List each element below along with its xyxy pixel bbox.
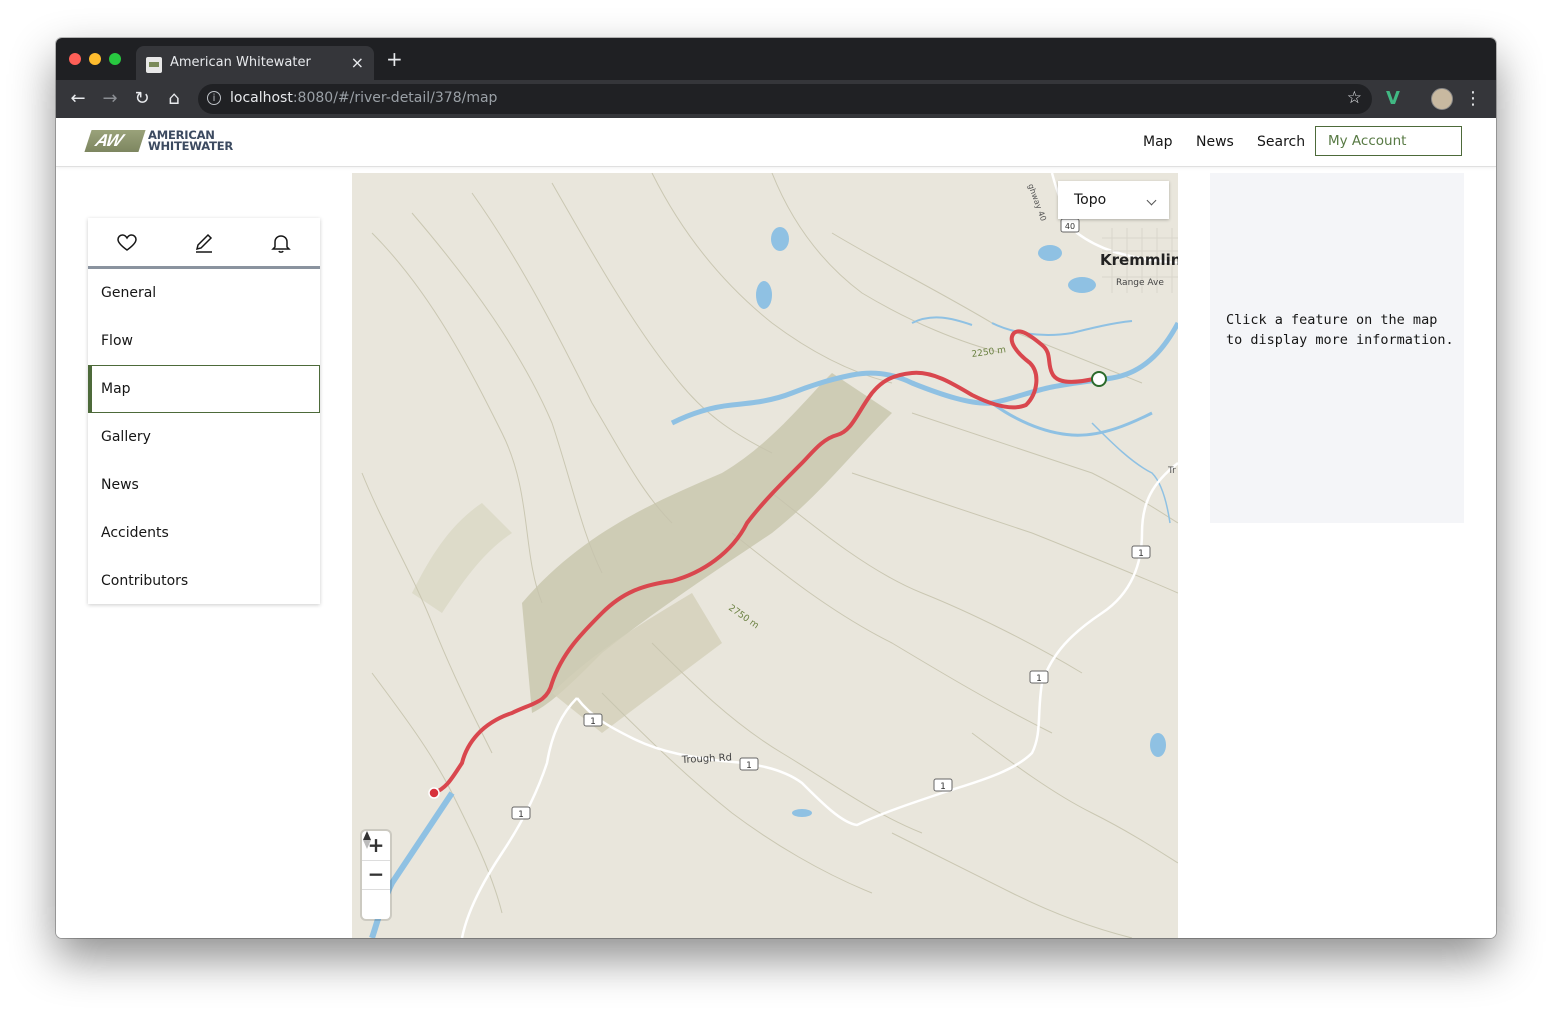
feature-info-message: Click a feature on the map to display mo… xyxy=(1226,312,1454,348)
tab-title: American Whitewater xyxy=(170,55,311,70)
sidenav-item-accidents[interactable]: Accidents xyxy=(88,509,320,557)
river-map[interactable]: 2250 m 2750 m 1 1 1 1 1 1 40 Kremmlin Ra… xyxy=(352,173,1178,938)
map-layer-label: Topo xyxy=(1074,192,1107,208)
back-button[interactable]: ← xyxy=(67,88,89,110)
pond-4 xyxy=(792,809,812,817)
reload-button[interactable]: ↻ xyxy=(131,88,153,110)
sidenav-item-flow[interactable]: Flow xyxy=(88,317,320,365)
logo-mark: AW xyxy=(84,130,146,152)
url-text: localhost:8080/#/river-detail/378/map xyxy=(230,90,498,106)
close-tab-icon[interactable]: × xyxy=(351,53,364,72)
my-account-button[interactable]: My Account xyxy=(1315,126,1462,156)
profile-avatar[interactable] xyxy=(1431,88,1453,110)
pond-3 xyxy=(1150,733,1166,757)
sidenav-item-contributors[interactable]: Contributors xyxy=(88,557,320,605)
browser-window: American Whitewater × + ← → ↻ ⌂ i localh… xyxy=(56,38,1496,938)
pencil-icon[interactable] xyxy=(193,232,215,254)
map-layer-select[interactable]: Topo xyxy=(1058,181,1169,219)
nav-search-link[interactable]: Search xyxy=(1257,134,1305,150)
bookmark-star-icon[interactable]: ☆ xyxy=(1347,88,1362,108)
lake-2 xyxy=(756,281,772,309)
close-window-button[interactable] xyxy=(69,53,81,65)
browser-tabbar: American Whitewater × + xyxy=(56,38,1496,80)
take-out-marker[interactable] xyxy=(1091,371,1107,387)
sidenav-action-icons xyxy=(88,218,320,269)
svg-text:1: 1 xyxy=(518,810,524,820)
lake-1 xyxy=(771,227,789,251)
logo-text: AMERICAN WHITEWATER xyxy=(148,128,234,153)
browser-tab[interactable]: American Whitewater × xyxy=(136,46,374,80)
home-button[interactable]: ⌂ xyxy=(163,88,185,110)
svg-text:1: 1 xyxy=(1138,549,1144,559)
street-label: Range Ave xyxy=(1116,278,1164,288)
nav-news-link[interactable]: News xyxy=(1196,134,1234,150)
river-detail-sidenav: General Flow Map Gallery News Accidents … xyxy=(88,218,320,604)
town-label: Kremmling xyxy=(1100,251,1178,269)
zoom-divider xyxy=(362,889,390,890)
svg-text:40: 40 xyxy=(1065,222,1075,231)
svg-text:1: 1 xyxy=(940,782,946,792)
sidenav-item-news[interactable]: News xyxy=(88,461,320,509)
page-content: AW AMERICAN WHITEWATER Map News Search M… xyxy=(56,118,1496,938)
site-info-icon[interactable]: i xyxy=(207,91,221,105)
sidenav-item-general[interactable]: General xyxy=(88,269,320,317)
pond-1 xyxy=(1038,245,1062,261)
zoom-out-button[interactable]: − xyxy=(362,860,390,889)
map-canvas[interactable]: 2250 m 2750 m 1 1 1 1 1 1 40 Kremmlin Ra… xyxy=(352,173,1178,938)
compass-icon[interactable] xyxy=(362,831,372,849)
heart-icon[interactable] xyxy=(116,232,138,254)
sidenav-item-map[interactable]: Map xyxy=(88,365,320,413)
svg-text:1: 1 xyxy=(590,717,596,727)
browser-menu-icon[interactable]: ⋮ xyxy=(1464,88,1482,109)
minimize-window-button[interactable] xyxy=(89,53,101,65)
truncated-road-label: Tr xyxy=(1167,466,1176,476)
app-header: AW AMERICAN WHITEWATER Map News Search M… xyxy=(56,118,1496,167)
forward-button[interactable]: → xyxy=(99,88,121,110)
bell-icon[interactable] xyxy=(270,232,292,254)
american-whitewater-logo[interactable]: AW AMERICAN WHITEWATER xyxy=(84,128,270,153)
vue-devtools-icon[interactable]: V xyxy=(1386,88,1400,109)
zoom-control: + − xyxy=(362,831,390,919)
svg-text:1: 1 xyxy=(1036,674,1042,684)
address-bar[interactable]: i localhost:8080/#/river-detail/378/map … xyxy=(198,84,1372,114)
feature-info-panel: Click a feature on the map to display mo… xyxy=(1210,173,1464,523)
pond-2 xyxy=(1068,277,1096,293)
chevron-down-icon xyxy=(1146,195,1157,206)
sidenav-item-gallery[interactable]: Gallery xyxy=(88,413,320,461)
maximize-window-button[interactable] xyxy=(109,53,121,65)
nav-map-link[interactable]: Map xyxy=(1143,134,1173,150)
put-in-marker[interactable] xyxy=(428,787,440,799)
favicon-icon xyxy=(146,57,162,73)
new-tab-button[interactable]: + xyxy=(386,49,403,69)
browser-toolbar: ← → ↻ ⌂ i localhost:8080/#/river-detail/… xyxy=(56,80,1496,118)
svg-text:1: 1 xyxy=(746,761,752,771)
